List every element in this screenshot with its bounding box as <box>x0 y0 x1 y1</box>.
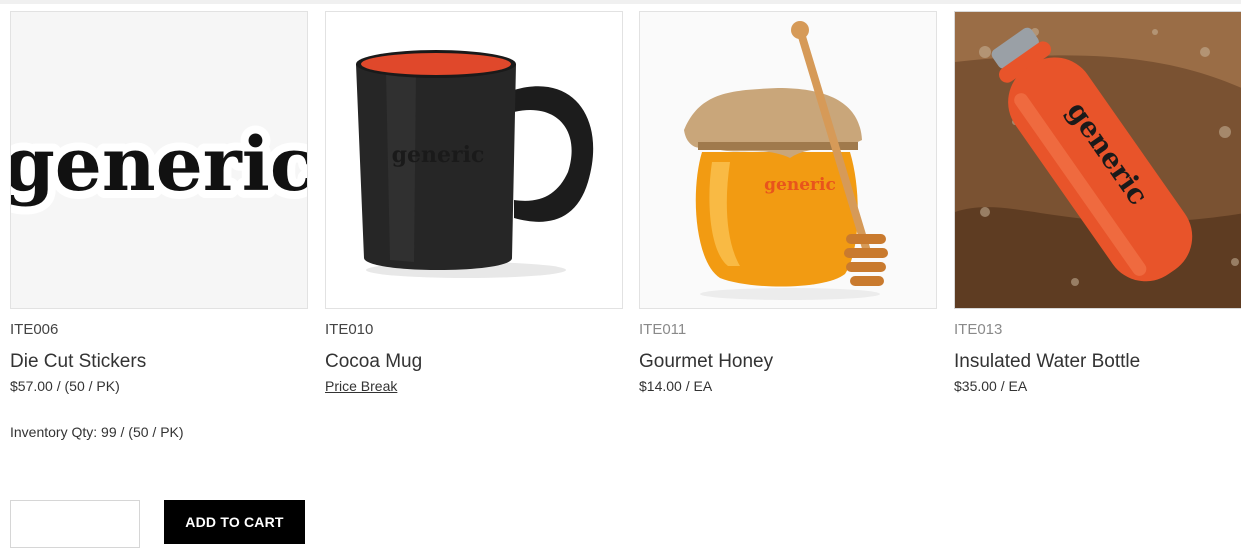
generic-sticker-image: generic generic <box>11 12 307 308</box>
product-name[interactable]: Insulated Water Bottle <box>954 351 1241 373</box>
product-sku: ITE006 <box>10 321 59 338</box>
add-to-cart-button[interactable]: ADD TO CART <box>164 500 305 544</box>
inventory-value: 99 <box>101 424 117 440</box>
product-price: $57.00 / (50 / PK) <box>10 378 120 394</box>
top-divider <box>0 0 1241 4</box>
product-name[interactable]: Die Cut Stickers <box>10 351 308 373</box>
orange-bottle-image: generic <box>955 12 1241 308</box>
quantity-input[interactable] <box>10 500 140 548</box>
inventory-unit: / (50 / PK) <box>120 424 184 440</box>
product-name[interactable]: Cocoa Mug <box>325 351 623 373</box>
product-image[interactable]: generic <box>325 11 623 309</box>
product-card-ite011: generic ITE011 Gourmet Honey $14.00 / EA <box>639 11 937 395</box>
product-image[interactable]: generic <box>639 11 937 309</box>
product-sku: ITE010 <box>325 321 374 338</box>
product-sku: ITE011 <box>639 321 687 338</box>
product-sku: ITE013 <box>954 321 1003 338</box>
product-image[interactable]: generic generic <box>10 11 308 309</box>
inventory-quantity: Inventory Qty: 99 / (50 / PK) <box>10 424 184 440</box>
product-card-ite010: generic ITE010 Cocoa Mug Price Break <box>325 11 623 395</box>
product-card-ite013: generic ITE013 Insulated Water Bottle $3… <box>954 11 1241 395</box>
honey-jar-image: generic <box>640 12 936 308</box>
product-price: $35.00 / EA <box>954 378 1028 394</box>
product-price: $14.00 / EA <box>639 378 713 394</box>
product-name[interactable]: Gourmet Honey <box>639 351 937 373</box>
honey-brand-text: generic <box>764 175 836 195</box>
inventory-label: Inventory Qty: <box>10 424 98 440</box>
price-break-link[interactable]: Price Break <box>325 378 397 394</box>
sticker-brand-text: generic <box>11 122 307 208</box>
product-card-ite006: generic generic ITE006 Die Cut Stickers … <box>10 11 308 395</box>
mug-brand-text: generic <box>392 142 485 168</box>
product-image[interactable]: generic <box>954 11 1241 309</box>
black-mug-image: generic <box>326 12 622 308</box>
